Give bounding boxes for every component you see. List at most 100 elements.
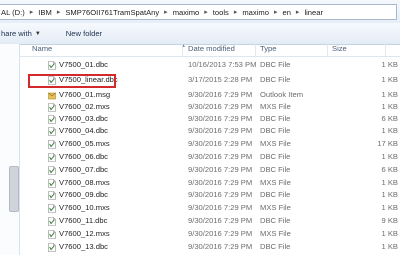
- breadcrumb-separator-icon[interactable]: ▸: [230, 8, 242, 16]
- command-toolbar: hare with ▼ New folder: [0, 23, 400, 45]
- file-date: 9/30/2016 7:29 PM: [188, 190, 253, 199]
- file-date: 9/30/2016 7:29 PM: [188, 203, 253, 212]
- file-type: DBC File: [260, 126, 291, 135]
- breadcrumb-ibm[interactable]: IBM: [37, 8, 53, 17]
- file-type: MXS File: [260, 203, 291, 212]
- file-size: 17 KB: [377, 139, 398, 148]
- column-divider[interactable]: [327, 44, 328, 56]
- file-size: 1 KB: [381, 75, 398, 84]
- file-size: 1 KB: [381, 229, 398, 238]
- file-size: 1 KB: [381, 242, 398, 251]
- file-type: MXS File: [260, 178, 291, 187]
- file-date: 9/30/2016 7:29 PM: [188, 229, 253, 238]
- file-type: DBC File: [260, 165, 291, 174]
- file-row[interactable]: V7600_10.mxs 9/30/2016 7:29 PM MXS File …: [19, 202, 400, 214]
- file-name: V7600_02.mxs: [59, 102, 110, 111]
- file-name: V7600_13.dbc: [59, 242, 108, 251]
- file-type: MXS File: [260, 229, 291, 238]
- file-size: 1 KB: [381, 90, 398, 99]
- file-date: 9/30/2016 7:29 PM: [188, 152, 253, 161]
- outlook-item-icon: [48, 91, 56, 100]
- file-size: 1 KB: [381, 126, 398, 135]
- file-name: V7600_11.dbc: [59, 216, 108, 225]
- file-date: 9/30/2016 7:29 PM: [188, 126, 253, 135]
- new-folder-label: New folder: [65, 29, 103, 38]
- file-size: 1 KB: [381, 190, 398, 199]
- file-name: V7600_08.mxs: [59, 178, 110, 187]
- column-divider[interactable]: [385, 44, 386, 56]
- address-bar[interactable]: AL (D:) ▸ IBM ▸ SMP76OII761TramSpatAny ▸…: [0, 4, 397, 20]
- navigation-scrollbar-thumb[interactable]: [9, 166, 19, 212]
- file-size: 1 KB: [381, 152, 398, 161]
- file-type: Outlook Item: [260, 90, 304, 99]
- share-with-label: hare with: [1, 29, 32, 38]
- file-type: DBC File: [260, 242, 291, 251]
- file-date: 9/30/2016 7:29 PM: [188, 114, 253, 123]
- file-row[interactable]: V7600_03.dbc 9/30/2016 7:29 PM DBC File …: [19, 113, 400, 125]
- mxs-file-icon: [48, 204, 56, 213]
- file-date: 9/30/2016 7:29 PM: [188, 139, 253, 148]
- file-type: DBC File: [260, 216, 291, 225]
- file-type: DBC File: [260, 152, 291, 161]
- breadcrumb-separator-icon[interactable]: ▸: [292, 8, 304, 16]
- file-size: 1 KB: [381, 102, 398, 111]
- file-date: 9/30/2016 7:29 PM: [188, 242, 253, 251]
- breadcrumb-maximo[interactable]: maximo: [172, 8, 201, 17]
- breadcrumb-separator-icon[interactable]: ▸: [26, 8, 38, 16]
- file-date: 9/30/2016 7:29 PM: [188, 165, 253, 174]
- file-row[interactable]: V7600_04.dbc 9/30/2016 7:29 PM DBC File …: [19, 125, 400, 137]
- file-name: V7600_07.dbc: [59, 165, 108, 174]
- column-name-header[interactable]: Name: [32, 44, 52, 56]
- column-type-header[interactable]: Type: [260, 44, 276, 56]
- file-row[interactable]: V7600_06.dbc 9/30/2016 7:29 PM DBC File …: [19, 151, 400, 163]
- file-size: 9 KB: [381, 216, 398, 225]
- file-row[interactable]: V7600_13.dbc 9/30/2016 7:29 PM DBC File …: [19, 241, 400, 253]
- breadcrumb-separator-icon[interactable]: ▸: [53, 8, 65, 16]
- file-name: V7600_01.msg: [59, 90, 111, 99]
- share-with-button[interactable]: hare with ▼: [1, 29, 41, 38]
- file-date: 9/30/2016 7:29 PM: [188, 216, 253, 225]
- breadcrumb-drive[interactable]: AL (D:): [0, 8, 26, 17]
- file-row[interactable]: V7600_09.dbc 9/30/2016 7:29 PM DBC File …: [19, 189, 400, 201]
- mxs-file-icon: [48, 230, 56, 239]
- file-date: 9/30/2016 7:29 PM: [188, 102, 253, 111]
- dbc-file-icon: [48, 217, 56, 226]
- file-name: V7600_03.dbc: [59, 114, 108, 123]
- column-divider[interactable]: [182, 44, 183, 56]
- mxs-file-icon: [48, 179, 56, 188]
- file-row[interactable]: V7600_07.dbc 9/30/2016 7:29 PM DBC File …: [19, 164, 400, 176]
- file-date: 3/17/2015 2:28 PM: [188, 75, 253, 84]
- file-type: MXS File: [260, 102, 291, 111]
- address-bar-area: AL (D:) ▸ IBM ▸ SMP76OII761TramSpatAny ▸…: [0, 0, 400, 24]
- file-size: 1 KB: [381, 203, 398, 212]
- mxs-file-icon: [48, 140, 56, 149]
- file-type: DBC File: [260, 75, 291, 84]
- column-date-header[interactable]: Date modified: [188, 44, 235, 56]
- breadcrumb-linear[interactable]: linear: [303, 8, 324, 17]
- file-row[interactable]: V7600_08.mxs 9/30/2016 7:29 PM MXS File …: [19, 177, 400, 189]
- dbc-file-icon: [48, 243, 56, 252]
- breadcrumb-separator-icon[interactable]: ▸: [160, 8, 172, 16]
- file-row[interactable]: V7600_11.dbc 9/30/2016 7:29 PM DBC File …: [19, 215, 400, 227]
- file-row[interactable]: V7600_01.msg 9/30/2016 7:29 PM Outlook I…: [19, 89, 400, 101]
- column-divider[interactable]: [255, 44, 256, 56]
- breadcrumb-separator-icon[interactable]: ▸: [270, 8, 282, 16]
- dbc-file-icon: [48, 166, 56, 175]
- file-name: V7600_12.mxs: [59, 229, 110, 238]
- breadcrumb-separator-icon[interactable]: ▸: [200, 8, 212, 16]
- breadcrumb-maximo-2[interactable]: maximo: [241, 8, 270, 17]
- file-row[interactable]: V7600_12.mxs 9/30/2016 7:29 PM MXS File …: [19, 228, 400, 240]
- breadcrumb-tools[interactable]: tools: [212, 8, 230, 17]
- highlight-box: [28, 74, 116, 88]
- file-name: V7600_06.dbc: [59, 152, 108, 161]
- file-row[interactable]: V7600_05.mxs 9/30/2016 7:29 PM MXS File …: [19, 138, 400, 150]
- breadcrumb-smp[interactable]: SMP76OII761TramSpatAny: [64, 8, 160, 17]
- file-row[interactable]: V7600_02.mxs 9/30/2016 7:29 PM MXS File …: [19, 101, 400, 113]
- file-row[interactable]: V7500_01.dbc 10/16/2013 7:53 PM DBC File…: [19, 59, 400, 71]
- breadcrumb-en[interactable]: en: [281, 8, 291, 17]
- file-name: V7600_04.dbc: [59, 126, 108, 135]
- column-size-header[interactable]: Size: [332, 44, 347, 56]
- dbc-file-icon: [48, 153, 56, 162]
- new-folder-button[interactable]: New folder: [66, 29, 102, 38]
- file-name: V7500_01.dbc: [59, 60, 108, 69]
